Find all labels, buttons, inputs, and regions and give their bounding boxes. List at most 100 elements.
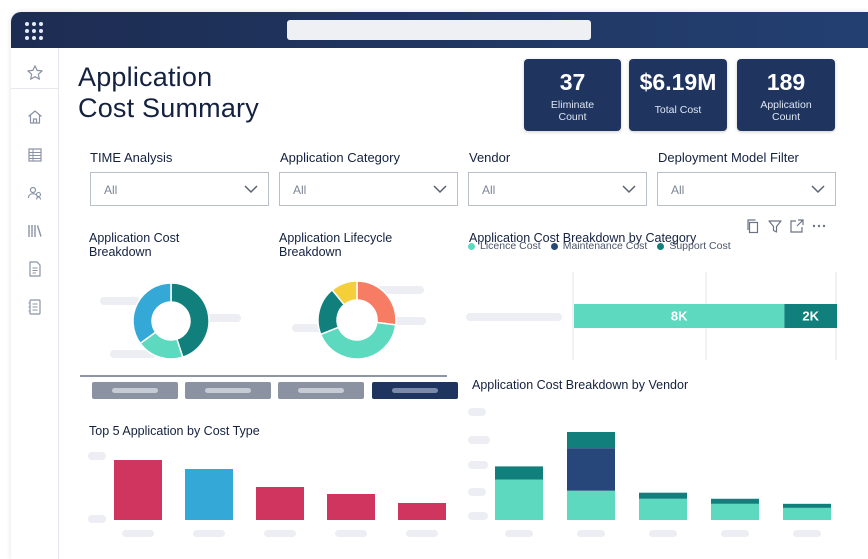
kpi-eliminate-count[interactable]: 37 Eliminate Count [524,59,621,131]
chart-title-top5-cost-type: Top 5 Application by Cost Type [89,424,260,438]
kpi-value: $6.19M [639,69,717,95]
kpi-label-line1: Application [760,99,812,111]
sidebar-divider [11,88,58,89]
x-label-placeholder [505,530,533,537]
donut-slice-2[interactable] [132,282,172,345]
page-title: Application Cost Summary [78,62,259,124]
tab-3[interactable] [278,382,364,399]
report-icon[interactable] [26,298,44,316]
tab-1[interactable] [92,382,178,399]
vendor-bar-4-segment-1[interactable] [783,503,831,508]
home-icon[interactable] [26,108,44,126]
legend-item-support[interactable]: Support Cost [657,240,731,252]
x-label-placeholder [577,530,605,537]
filter-value: All [104,183,118,197]
column-chart-vendor [468,408,831,537]
top5-bar-0[interactable] [114,460,162,520]
vendor-bar-2-segment-1[interactable] [639,492,687,499]
table-icon[interactable] [26,146,44,164]
filter-select-deployment-model[interactable]: All [657,172,836,206]
y-axis-placeholders [468,408,490,520]
axis-label-placeholder [466,313,562,321]
legend-swatch [550,242,558,250]
chart-title-breakdown-by-vendor: Application Cost Breakdown by Vendor [472,378,689,392]
filter-icon[interactable] [767,218,783,234]
top5-bar-2[interactable] [256,487,304,520]
top5-bar-1[interactable] [185,469,233,520]
legend-swatch [468,242,475,250]
vendor-bar-3-segment-0[interactable] [711,503,759,520]
top5-bar-4[interactable] [398,503,446,520]
app-launcher-icon[interactable] [25,22,43,40]
vendor-bar-2-segment-0[interactable] [639,498,687,520]
chart-title-cost-breakdown: Application Cost Breakdown [89,231,180,259]
vendor-bar-0-segment-1[interactable] [495,466,543,480]
x-label-placeholder [335,530,367,537]
filter-select-application-category[interactable]: All [279,172,458,206]
hbar-segment-label-1: 2K [802,309,819,324]
kpi-label-line2: Count [558,111,587,123]
vendor-bar-0-segment-0[interactable] [495,479,543,520]
legend-item-licence[interactable]: Licence Cost [468,240,541,252]
axis-placeholder [88,515,106,523]
star-icon[interactable] [26,64,44,82]
filter-value: All [293,183,307,197]
kpi-label-line1: Total Cost [654,104,702,116]
x-label-placeholder [406,530,438,537]
donut-chart-cost [132,282,210,360]
kpi-application-count[interactable]: 189 Application Count [737,59,835,131]
page-title-line1: Application [78,62,213,92]
filter-select-vendor[interactable]: All [468,172,647,206]
vendor-bar-1-segment-1[interactable] [567,448,615,491]
chevron-down-icon [811,185,825,194]
donut-slice-0[interactable] [356,280,397,326]
kpi-label-line2: Count [771,111,801,123]
column-chart-top5 [88,452,446,537]
x-label-placeholder [264,530,296,537]
library-icon[interactable] [26,222,44,240]
chart-title-lifecycle-breakdown: Application Lifecycle Breakdown [279,231,393,259]
filter-select-time-analysis[interactable]: All [90,172,269,206]
chevron-down-icon [244,185,258,194]
filter-value: All [482,183,496,197]
legend-label: Licence Cost [480,240,541,252]
hbar-segment-label-0: 8K [671,309,688,324]
more-icon[interactable] [811,218,827,234]
kpi-total-cost[interactable]: $6.19M Total Cost [629,59,727,131]
tab-2[interactable] [185,382,271,399]
filter-value: All [671,183,685,197]
chevron-down-icon [622,185,636,194]
tab-4[interactable] [372,382,458,399]
top-bar [11,12,868,48]
vendor-bar-1-segment-0[interactable] [567,490,615,520]
hbar-chart-category: 8K 2K [572,272,837,360]
legend-label: Maintenance Cost [562,240,648,252]
kpi-value: 189 [766,69,806,95]
vendor-bar-4-segment-0[interactable] [783,507,831,520]
expand-icon[interactable] [789,218,805,234]
filter-label-application-category: Application Category [280,150,400,165]
donut-chart-lifecycle [317,280,397,360]
kpi-label-line1: Eliminate [550,99,595,111]
x-label-placeholder [649,530,677,537]
legend-label: Support Cost [669,240,731,252]
vendor-bar-3-segment-1[interactable] [711,498,759,504]
legend-item-maintenance[interactable]: Maintenance Cost [550,240,648,252]
x-label-placeholder [193,530,225,537]
top5-bar-3[interactable] [327,494,375,520]
category-legend: Licence Cost Maintenance Cost Support Co… [468,240,731,252]
legend-swatch [657,242,665,250]
chevron-down-icon [433,185,447,194]
address-bar[interactable] [287,20,591,40]
users-icon[interactable] [26,184,44,202]
x-label-placeholder [122,530,154,537]
copy-icon[interactable] [745,218,761,234]
vendor-bar-1-segment-2[interactable] [567,432,615,449]
filter-label-vendor: Vendor [469,150,511,165]
document-icon[interactable] [26,260,44,278]
page-title-line2: Cost Summary [78,93,259,123]
kpi-value: 37 [559,69,586,95]
sidebar [11,48,59,559]
filter-label-time-analysis: TIME Analysis [90,150,173,165]
x-label-placeholder [721,530,749,537]
